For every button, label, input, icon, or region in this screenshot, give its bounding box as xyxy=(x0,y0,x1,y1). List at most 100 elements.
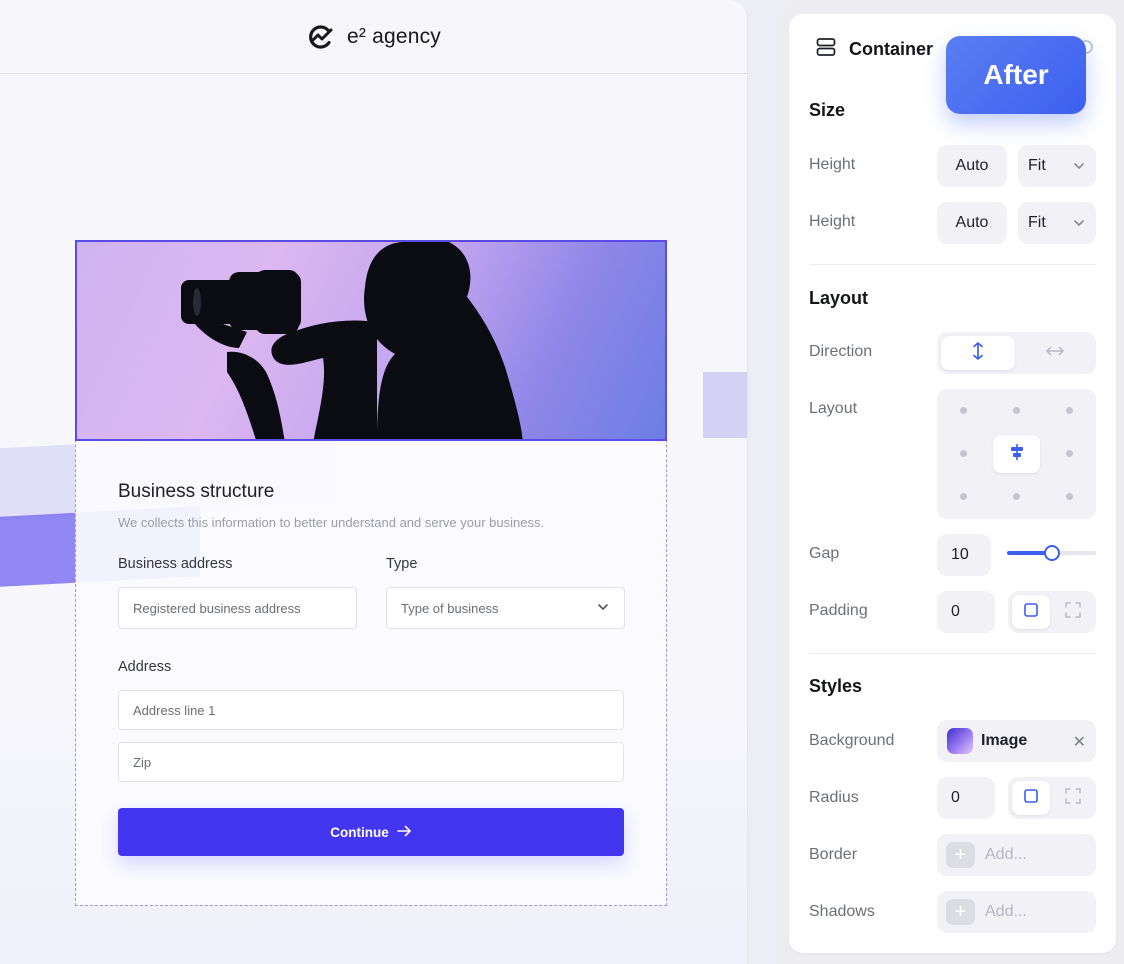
canvas-header: e² agency xyxy=(0,0,747,74)
align-top-right[interactable] xyxy=(1066,407,1073,414)
corners-icon xyxy=(1064,601,1082,624)
height-mode-2: Fit xyxy=(1028,214,1046,231)
container-icon xyxy=(815,36,837,63)
align-center-icon xyxy=(1008,443,1026,466)
gap-value: 10 xyxy=(951,546,969,563)
radius-value: 0 xyxy=(951,789,960,806)
align-top-left[interactable] xyxy=(960,407,967,414)
gap-slider[interactable] xyxy=(1007,545,1096,561)
form-title: Business structure xyxy=(118,481,275,502)
chevron-down-icon xyxy=(596,600,610,617)
add-shadow-button[interactable]: + Add... xyxy=(937,891,1096,933)
brand-logo-icon xyxy=(307,23,335,51)
selected-container[interactable]: Business structure We collects this info… xyxy=(75,240,667,906)
direction-label: Direction xyxy=(809,343,873,360)
panel-title: Container xyxy=(849,39,934,59)
arrow-vertical-icon xyxy=(971,341,985,366)
direction-vertical-button[interactable] xyxy=(941,336,1015,370)
radius-mode-toggle xyxy=(1008,777,1096,819)
plus-icon: + xyxy=(946,842,975,868)
divider xyxy=(809,264,1096,265)
type-select[interactable]: Type of business xyxy=(386,587,625,629)
form-subtitle: We collects this information to better u… xyxy=(118,515,545,530)
radius-input[interactable]: 0 xyxy=(937,777,995,819)
business-fields-row: Business address Registered business add… xyxy=(118,556,626,629)
add-border-button[interactable]: + Add... xyxy=(937,834,1096,876)
background-label: Background xyxy=(809,732,895,749)
type-placeholder: Type of business xyxy=(401,600,499,616)
padding-mode-toggle xyxy=(1008,591,1096,633)
direction-horizontal-button[interactable] xyxy=(1017,336,1092,370)
align-middle-left[interactable] xyxy=(960,450,967,457)
plus-icon: + xyxy=(946,899,975,925)
business-address-placeholder: Registered business address xyxy=(133,600,301,616)
gap-label: Gap xyxy=(809,545,840,562)
business-form: Business structure We collects this info… xyxy=(118,481,626,856)
arrow-horizontal-icon xyxy=(1045,344,1065,363)
height-value: Auto xyxy=(955,157,989,174)
after-badge: After xyxy=(946,36,1086,114)
type-label: Type xyxy=(386,556,418,572)
radius-uniform-button[interactable] xyxy=(1012,781,1050,815)
align-center-selected[interactable] xyxy=(993,435,1040,473)
decorative-band-right xyxy=(703,372,747,438)
square-icon xyxy=(1023,602,1039,623)
design-canvas[interactable]: e² agency Business structure We collects… xyxy=(0,0,748,964)
layout-label: Layout xyxy=(809,400,858,417)
business-address-input[interactable]: Registered business address xyxy=(118,587,357,629)
shadows-label: Shadows xyxy=(809,903,875,920)
zip-placeholder: Zip xyxy=(133,754,152,770)
height-mode-select-2[interactable]: Fit xyxy=(1018,202,1096,244)
size-section-title: Size xyxy=(809,100,846,120)
padding-label: Padding xyxy=(809,602,868,619)
background-value: Image xyxy=(981,732,1028,749)
height-value-2: Auto xyxy=(955,214,989,231)
layout-section-title: Layout xyxy=(809,288,869,308)
type-field: Type Type of business xyxy=(386,556,625,629)
padding-value: 0 xyxy=(951,603,960,620)
divider xyxy=(809,653,1096,654)
padding-individual-button[interactable] xyxy=(1054,595,1092,629)
continue-label: Continue xyxy=(330,824,389,840)
continue-button[interactable]: Continue xyxy=(118,808,624,856)
align-bottom-left[interactable] xyxy=(960,493,967,500)
background-picker[interactable]: Image ✕ xyxy=(937,720,1096,762)
shadows-placeholder: Add... xyxy=(985,903,1027,920)
align-middle-right[interactable] xyxy=(1066,450,1073,457)
padding-input[interactable]: 0 xyxy=(937,591,995,633)
align-top-center[interactable] xyxy=(1013,407,1020,414)
height-mode-select[interactable]: Fit xyxy=(1018,145,1096,187)
radius-individual-button[interactable] xyxy=(1054,781,1092,815)
brand-name: e² agency xyxy=(346,24,442,48)
square-icon xyxy=(1023,788,1039,809)
gap-slider-thumb[interactable] xyxy=(1044,545,1060,561)
zip-input[interactable]: Zip xyxy=(118,742,624,782)
properties-panel: Container Size Height Auto Fit Height Au… xyxy=(789,14,1116,953)
panel-header: Container xyxy=(815,36,933,63)
corners-icon xyxy=(1064,787,1082,810)
image-swatch xyxy=(947,728,973,754)
border-label: Border xyxy=(809,846,858,863)
styles-section-title: Styles xyxy=(809,676,863,696)
close-icon[interactable]: ✕ xyxy=(1073,732,1086,752)
height-value-button[interactable]: Auto xyxy=(937,145,1007,187)
properties-sidebar: Container Size Height Auto Fit Height Au… xyxy=(776,0,1124,964)
alignment-grid[interactable] xyxy=(937,389,1096,519)
chevron-down-icon xyxy=(1072,159,1086,178)
gap-input[interactable]: 10 xyxy=(937,534,991,576)
align-bottom-center[interactable] xyxy=(1013,493,1020,500)
arrow-right-icon xyxy=(396,825,412,840)
align-bottom-right[interactable] xyxy=(1066,493,1073,500)
hero-image[interactable] xyxy=(75,240,667,441)
radius-label: Radius xyxy=(809,789,859,806)
chevron-down-icon xyxy=(1072,216,1086,235)
business-address-label: Business address xyxy=(118,556,233,572)
direction-toggle xyxy=(937,332,1096,374)
height-value-button-2[interactable]: Auto xyxy=(937,202,1007,244)
height-label-2: Height xyxy=(809,213,856,230)
border-placeholder: Add... xyxy=(985,846,1027,863)
padding-uniform-button[interactable] xyxy=(1012,595,1050,629)
after-badge-label: After xyxy=(983,59,1049,90)
address-line1-placeholder: Address line 1 xyxy=(133,702,216,718)
address-line1-input[interactable]: Address line 1 xyxy=(118,690,624,730)
